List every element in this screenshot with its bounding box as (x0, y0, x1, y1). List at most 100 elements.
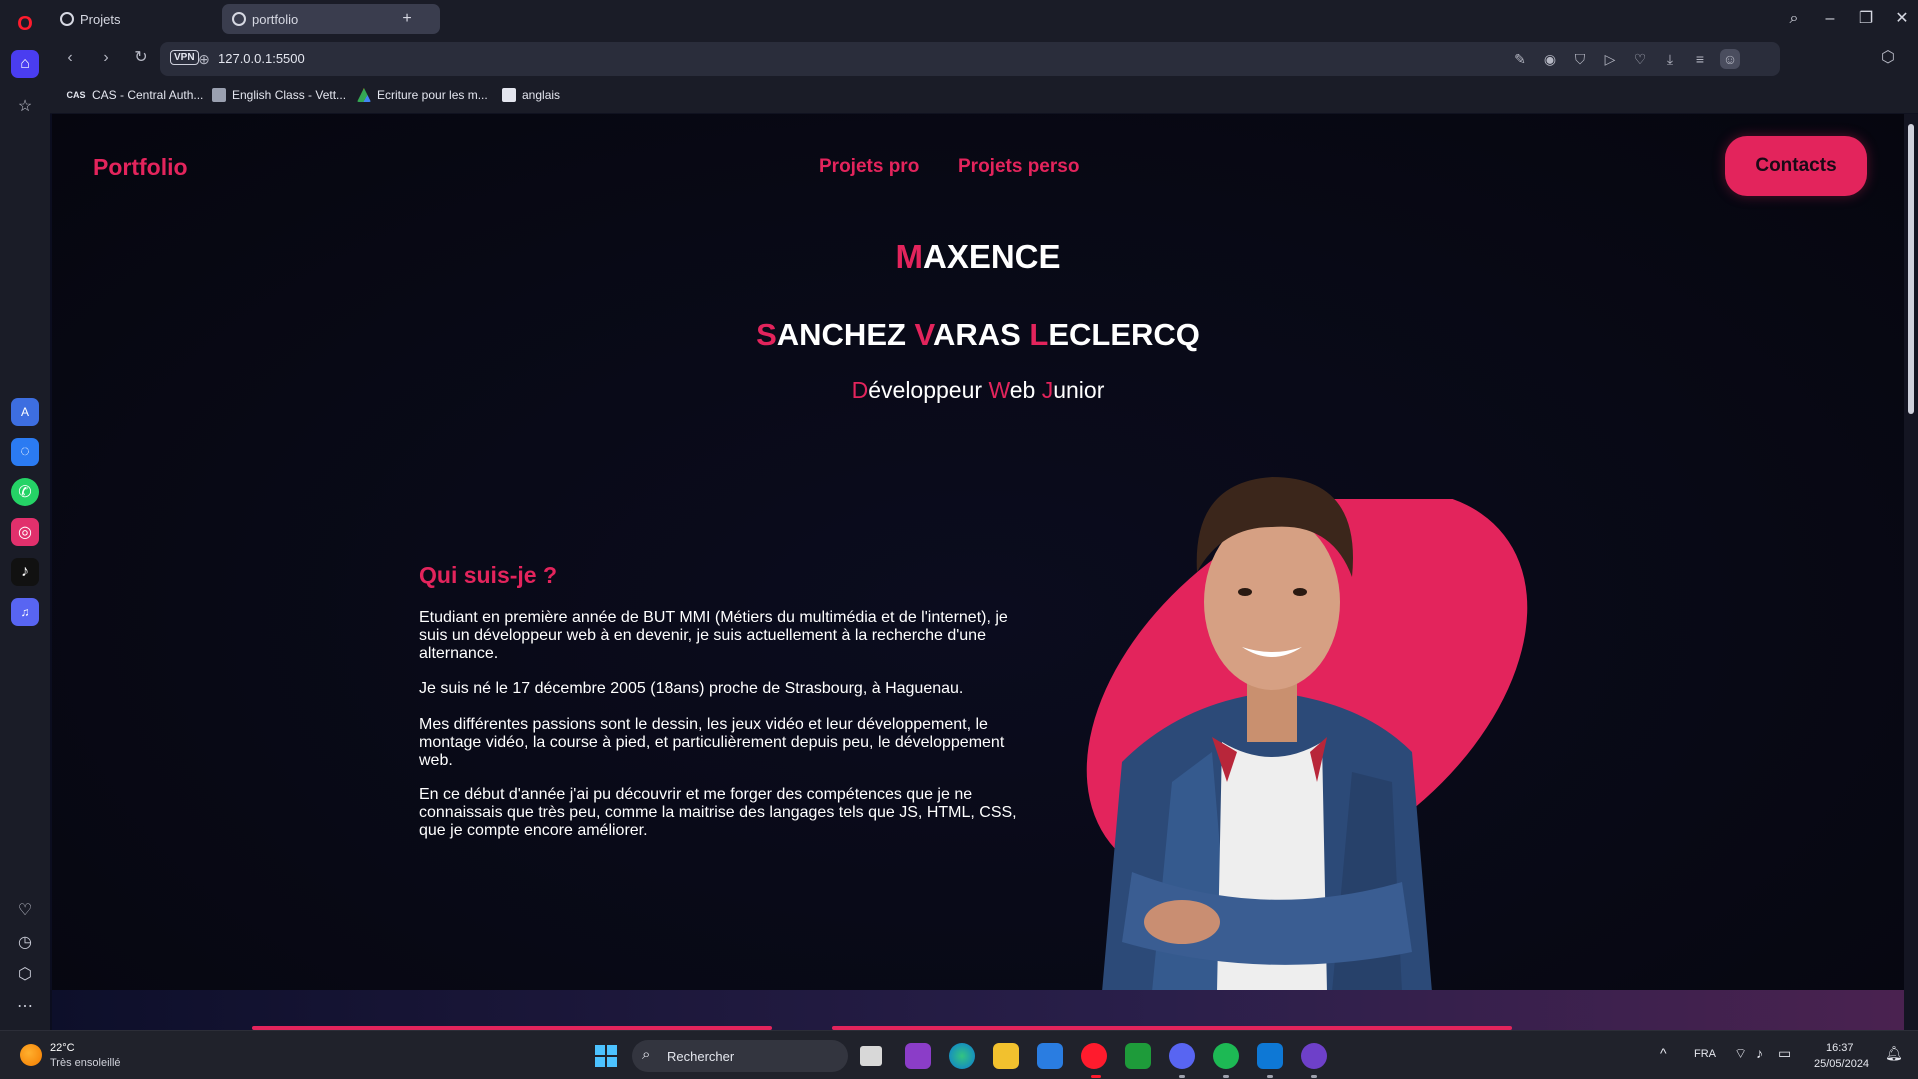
about-paragraph: Je suis né le 17 décembre 2005 (18ans) p… (419, 680, 964, 697)
about-paragraph: Etudiant en première année de BUT MMI (M… (419, 609, 1008, 662)
profile-icon[interactable]: ☺ (1720, 49, 1740, 69)
scroll-thumb[interactable] (1908, 124, 1914, 414)
microsoft-store-icon[interactable] (1037, 1043, 1063, 1069)
search-icon: ⌕ (642, 1046, 651, 1063)
role-rest: eb (1009, 377, 1042, 403)
camera-app-icon[interactable] (905, 1043, 931, 1069)
cube-icon[interactable]: ⬡ (11, 960, 39, 988)
new-tab-icon[interactable]: + (396, 8, 418, 30)
last-name-heading: SANCHEZ VARAS LECLERCQ (52, 317, 1904, 353)
initial-letter: V (914, 317, 933, 352)
initial-letter: W (988, 377, 1010, 403)
bookmark-ecriture[interactable]: Ecriture pour les m... (357, 88, 488, 102)
music-player-icon[interactable]: ♫ (11, 598, 39, 626)
role-rest: éveloppeur (868, 377, 989, 403)
clock-time[interactable]: 16:37 (1826, 1042, 1854, 1054)
menu-icon[interactable]: ≡ (1690, 49, 1710, 69)
bookmark-cas[interactable]: CAS CAS - Central Auth... (66, 88, 203, 102)
task-view-icon[interactable] (860, 1046, 882, 1066)
role-rest: unior (1053, 377, 1105, 403)
back-icon[interactable]: ‹ (60, 48, 80, 68)
name-rest: ARAS (932, 317, 1030, 352)
bookmark-english-class[interactable]: English Class - Vett... (212, 88, 346, 102)
role-subtitle: Développeur Web Junior (52, 377, 1904, 404)
active-indicator (1091, 1075, 1101, 1078)
wifi-icon[interactable]: ⌔ (1734, 1045, 1747, 1063)
spotify-icon[interactable] (1213, 1043, 1239, 1069)
chevron-up-icon[interactable]: ^ (1660, 1045, 1667, 1061)
download-icon[interactable]: ⤓ (1660, 49, 1680, 69)
edit-icon[interactable]: ✎ (1510, 49, 1530, 69)
vscode-icon[interactable] (1257, 1043, 1283, 1069)
github-desktop-icon[interactable] (1301, 1043, 1327, 1069)
taskbar-search[interactable]: ⌕ Rechercher (632, 1040, 848, 1072)
globe-icon (60, 12, 74, 26)
url-text[interactable]: 127.0.0.1:5500 (218, 51, 305, 66)
page-icon (212, 88, 226, 102)
bookmark-label: English Class - Vett... (232, 88, 347, 102)
shield-icon[interactable]: ⛉ (1570, 49, 1590, 69)
sun-icon[interactable] (20, 1044, 42, 1066)
globe-icon[interactable]: ⊕ (194, 49, 214, 69)
edge-icon[interactable] (949, 1043, 975, 1069)
language-indicator[interactable]: FRA (1694, 1048, 1716, 1060)
about-paragraph: Mes différentes passions sont le dessin,… (419, 716, 1005, 769)
clock-date[interactable]: 25/05/2024 (1814, 1058, 1869, 1070)
tiktok-icon[interactable]: ♪ (11, 558, 39, 586)
file-explorer-icon[interactable] (993, 1043, 1019, 1069)
home-icon[interactable]: ⌂ (11, 50, 39, 78)
messenger-icon[interactable]: ◌ (11, 438, 39, 466)
cas-logo-icon: CAS (66, 90, 86, 100)
aria-icon[interactable]: A (11, 398, 39, 426)
initial-letter: J (1041, 377, 1054, 403)
initial-letter: M (895, 238, 923, 275)
weather-description[interactable]: Très ensoleillé (50, 1057, 121, 1069)
portfolio-page: Portfolio Projets pro Projets perso Cont… (52, 114, 1904, 1030)
page-scrollbar[interactable] (1904, 114, 1918, 1030)
camera-icon[interactable]: ◉ (1540, 49, 1560, 69)
globe-icon (232, 12, 246, 26)
search-placeholder: Rechercher (667, 1049, 735, 1064)
restore-icon[interactable]: ❐ (1855, 8, 1877, 30)
minimize-icon[interactable]: – (1819, 8, 1841, 30)
volume-icon[interactable]: ♪ (1756, 1045, 1763, 1061)
name-rest: ECLERCQ (1048, 317, 1200, 352)
opera-icon[interactable] (1081, 1043, 1107, 1069)
forward-icon[interactable]: › (96, 48, 116, 68)
more-icon[interactable]: ⋯ (11, 992, 39, 1020)
notification-bell-icon[interactable]: 🔔︎ (1885, 1045, 1903, 1062)
bookmark-anglais[interactable]: anglais (502, 88, 560, 102)
name-rest: AXENCE (922, 238, 1061, 275)
address-bar[interactable]: VPN ⊕ 127.0.0.1:5500 ✎ ◉ ⛉ ▷ ♡ ⤓ ≡ ☺ (160, 42, 1780, 76)
battery-icon[interactable]: ▭ (1778, 1045, 1791, 1062)
bookmark-label: Ecriture pour les m... (377, 88, 488, 102)
nav-projets-pro[interactable]: Projets pro (819, 156, 919, 178)
history-icon[interactable]: ◷ (11, 928, 39, 956)
tab-label: portfolio (252, 11, 299, 27)
heart-icon[interactable]: ♡ (1630, 49, 1650, 69)
whatsapp-icon[interactable]: ✆ (11, 478, 39, 506)
search-tabs-icon[interactable]: ⌕ (1783, 8, 1805, 30)
windows-start-icon[interactable] (595, 1045, 617, 1067)
xbox-icon[interactable] (1125, 1043, 1151, 1069)
running-indicator (1179, 1075, 1185, 1078)
reload-icon[interactable]: ↻ (131, 48, 151, 68)
discord-icon[interactable] (1169, 1043, 1195, 1069)
opera-logo-icon[interactable]: O (11, 10, 39, 38)
nav-projets-perso[interactable]: Projets perso (958, 156, 1079, 178)
tab-projets[interactable]: Projets (50, 4, 215, 34)
next-section-band (52, 990, 1904, 1030)
initial-letter: S (756, 317, 777, 352)
heart-icon[interactable]: ♡ (11, 896, 39, 924)
extensions-icon[interactable]: ⬡ (1878, 48, 1898, 68)
close-icon[interactable]: ✕ (1891, 8, 1913, 30)
contacts-button[interactable]: Contacts (1725, 136, 1867, 196)
taskbar: 22°C Très ensoleillé ⌕ Rechercher ^ FRA … (0, 1030, 1918, 1079)
weather-temperature[interactable]: 22°C (50, 1042, 75, 1054)
site-logo[interactable]: Portfolio (93, 154, 188, 181)
running-indicator (1267, 1075, 1273, 1078)
star-icon[interactable]: ☆ (11, 92, 39, 120)
play-icon[interactable]: ▷ (1600, 49, 1620, 69)
instagram-icon[interactable]: ◎ (11, 518, 39, 546)
tab-strip: Projets portfolio + ⌕ – ❐ ✕ (50, 0, 1918, 38)
